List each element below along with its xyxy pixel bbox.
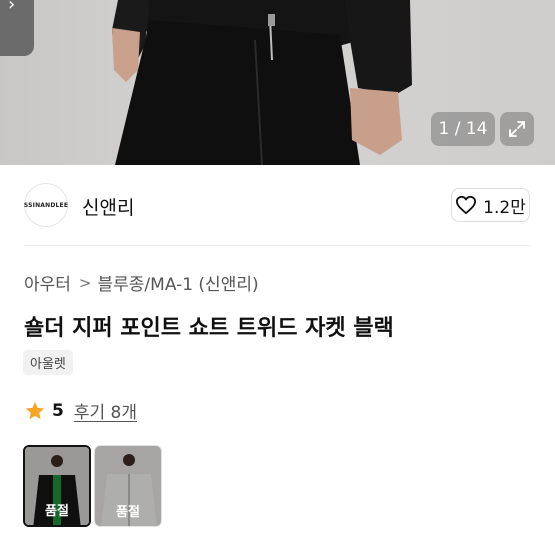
chevron-right-icon: >: [78, 273, 92, 292]
breadcrumb-item-blouson[interactable]: 블루종/MA-1 (신앤리): [98, 270, 259, 295]
seller-name[interactable]: 신앤리: [82, 193, 134, 220]
heart-icon: [456, 195, 477, 215]
breadcrumb-item-outer[interactable]: 아우터: [24, 270, 71, 295]
rating-row: 5 후기 8개: [24, 398, 137, 423]
product-image-gallery[interactable]: › 1 / 14: [0, 0, 555, 165]
soldout-label: 품절: [116, 505, 140, 520]
divider: [24, 245, 531, 246]
outlet-badge: 아울렛: [23, 350, 73, 375]
breadcrumb: 아우터 > 블루종/MA-1 (신앤리): [24, 270, 259, 296]
color-option-white[interactable]: 품절: [94, 445, 162, 527]
star-icon: [25, 401, 45, 419]
image-counter: 1 / 14: [431, 112, 495, 146]
rating-score: 5: [52, 400, 64, 421]
previous-image-button[interactable]: ›: [0, 0, 34, 56]
product-title: 숄더 지퍼 포인트 쇼트 트위드 자켓 블랙: [24, 316, 394, 341]
soldout-label: 품절: [45, 504, 69, 519]
like-button[interactable]: 1.2만: [451, 188, 530, 222]
color-option-black[interactable]: 품절: [23, 445, 91, 527]
seller-logo[interactable]: SSINANDLEE: [24, 183, 68, 227]
seller-logo-text: SSINANDLEE: [23, 201, 69, 209]
reviews-link[interactable]: 후기 8개: [74, 398, 137, 423]
expand-icon[interactable]: [500, 112, 534, 146]
like-count: 1.2만: [483, 197, 526, 218]
